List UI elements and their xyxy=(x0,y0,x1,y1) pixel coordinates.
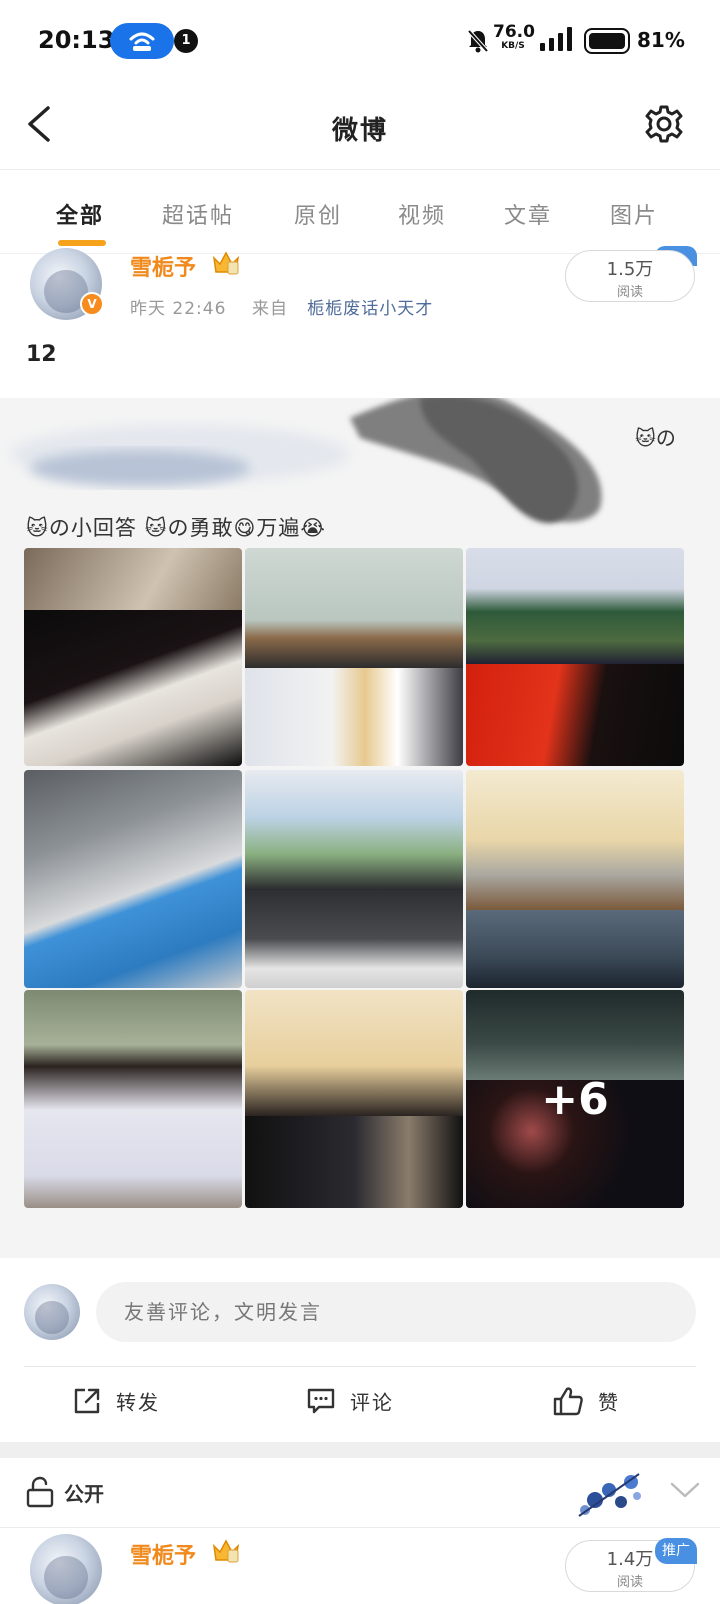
member-crown-icon xyxy=(212,1539,240,1563)
visibility-row[interactable]: 公开 xyxy=(0,1458,720,1528)
post-image-6[interactable] xyxy=(466,770,684,988)
visibility-label: 公开 xyxy=(64,1482,104,1506)
post-meta: 昨天 22:46 来自 栀栀废话小天才 xyxy=(130,294,433,319)
post-image-4[interactable] xyxy=(24,770,242,988)
thumbs-up-icon xyxy=(553,1387,583,1416)
repost-label: 转发 xyxy=(116,1390,160,1415)
net-speed-unit: KB/S xyxy=(501,41,525,51)
repost-text-tail: 🐱の xyxy=(635,426,676,450)
bell-mute-icon xyxy=(467,29,489,53)
post-image-5[interactable] xyxy=(245,770,463,988)
member-crown-icon xyxy=(212,251,240,275)
post-author-name[interactable]: 雪栀予 xyxy=(130,250,196,282)
tab-original[interactable]: 原创 xyxy=(294,198,342,230)
post-image-8[interactable] xyxy=(245,990,463,1208)
repost-text-line: 🐱の小回答 🐱の勇敢😋万遍😭 xyxy=(26,516,326,540)
read-count-pill[interactable]: 1.5万 阅读 xyxy=(565,250,695,302)
action-bar: 转发 评论 赞 xyxy=(0,1368,720,1442)
comment-label: 评论 xyxy=(350,1390,394,1415)
post-from-prefix: 来自 xyxy=(252,299,289,319)
tab-all[interactable]: 全部 xyxy=(56,198,104,230)
hotspot-pill[interactable] xyxy=(110,23,174,59)
filter-tabs: 全部 超话帖 原创 视频 文章 图片 xyxy=(0,170,720,254)
like-button[interactable]: 赞 xyxy=(552,1386,620,1416)
read-label: 阅读 xyxy=(616,285,643,300)
post-image-7[interactable] xyxy=(24,990,242,1208)
active-tab-indicator xyxy=(58,240,106,246)
nav-bar: 微博 xyxy=(0,84,720,170)
hotspot-icon xyxy=(129,32,155,51)
post-text: 12 xyxy=(26,342,57,367)
page-title: 微博 xyxy=(331,116,388,146)
status-bar: 20:13 1 76.0 KB/S 81% xyxy=(0,0,720,84)
comment-button[interactable]: 评论 xyxy=(306,1386,394,1416)
section-gap xyxy=(0,1442,720,1458)
post2-author-name[interactable]: 雪栀予 xyxy=(130,1538,196,1570)
like-label: 赞 xyxy=(598,1390,620,1415)
my-avatar xyxy=(24,1284,80,1340)
post-image-2[interactable] xyxy=(245,548,463,766)
gear-icon[interactable] xyxy=(644,104,684,144)
signal-icon xyxy=(540,27,572,51)
battery-icon xyxy=(584,28,630,54)
tab-article[interactable]: 文章 xyxy=(504,198,552,230)
post2-read-label: 阅读 xyxy=(616,1575,643,1590)
post-source[interactable]: 栀栀废话小天才 xyxy=(307,299,433,319)
read-count: 1.5万 xyxy=(606,259,654,280)
divider xyxy=(24,1366,696,1367)
more-images-count: +6 xyxy=(541,1073,609,1125)
post2-header: 雪栀予 1.4万 阅读 推广 xyxy=(0,1534,720,1604)
promo-badge: 推广 xyxy=(655,1538,697,1564)
post-image-9[interactable]: +6 xyxy=(466,990,684,1208)
share-icon xyxy=(74,1388,100,1414)
post-header: V 雪栀予 昨天 22:46 来自 栀栀废话小天才 1.5万 阅读 xyxy=(0,246,720,324)
post-time: 昨天 22:46 xyxy=(130,299,227,319)
comment-icon xyxy=(307,1388,335,1414)
tab-images[interactable]: 图片 xyxy=(610,198,658,230)
flower-sticker-icon xyxy=(578,1473,641,1517)
comment-input[interactable]: 友善评论，文明发言 xyxy=(96,1282,696,1342)
net-speed: 76.0 KB/S xyxy=(493,22,535,51)
repost-box[interactable]: 🐱の 🐱の小回答 🐱の勇敢😋万遍😭 +6 xyxy=(0,398,720,1258)
tab-video[interactable]: 视频 xyxy=(398,198,446,230)
notification-count-badge: 1 xyxy=(174,29,198,53)
post2-avatar[interactable] xyxy=(30,1534,102,1604)
status-time: 20:13 xyxy=(38,26,115,54)
post-image-1[interactable] xyxy=(24,548,242,766)
tab-super-topic[interactable]: 超话帖 xyxy=(162,198,234,230)
verified-badge-icon: V xyxy=(80,292,104,316)
lock-open-icon xyxy=(26,1476,54,1508)
chevron-down-icon[interactable] xyxy=(670,1480,700,1500)
post-image-3[interactable] xyxy=(466,548,684,766)
net-speed-value: 76.0 xyxy=(493,22,535,42)
comment-row: 友善评论，文明发言 xyxy=(0,1258,720,1368)
repost-button[interactable]: 转发 xyxy=(72,1386,160,1416)
battery-percent: 81% xyxy=(637,28,685,52)
